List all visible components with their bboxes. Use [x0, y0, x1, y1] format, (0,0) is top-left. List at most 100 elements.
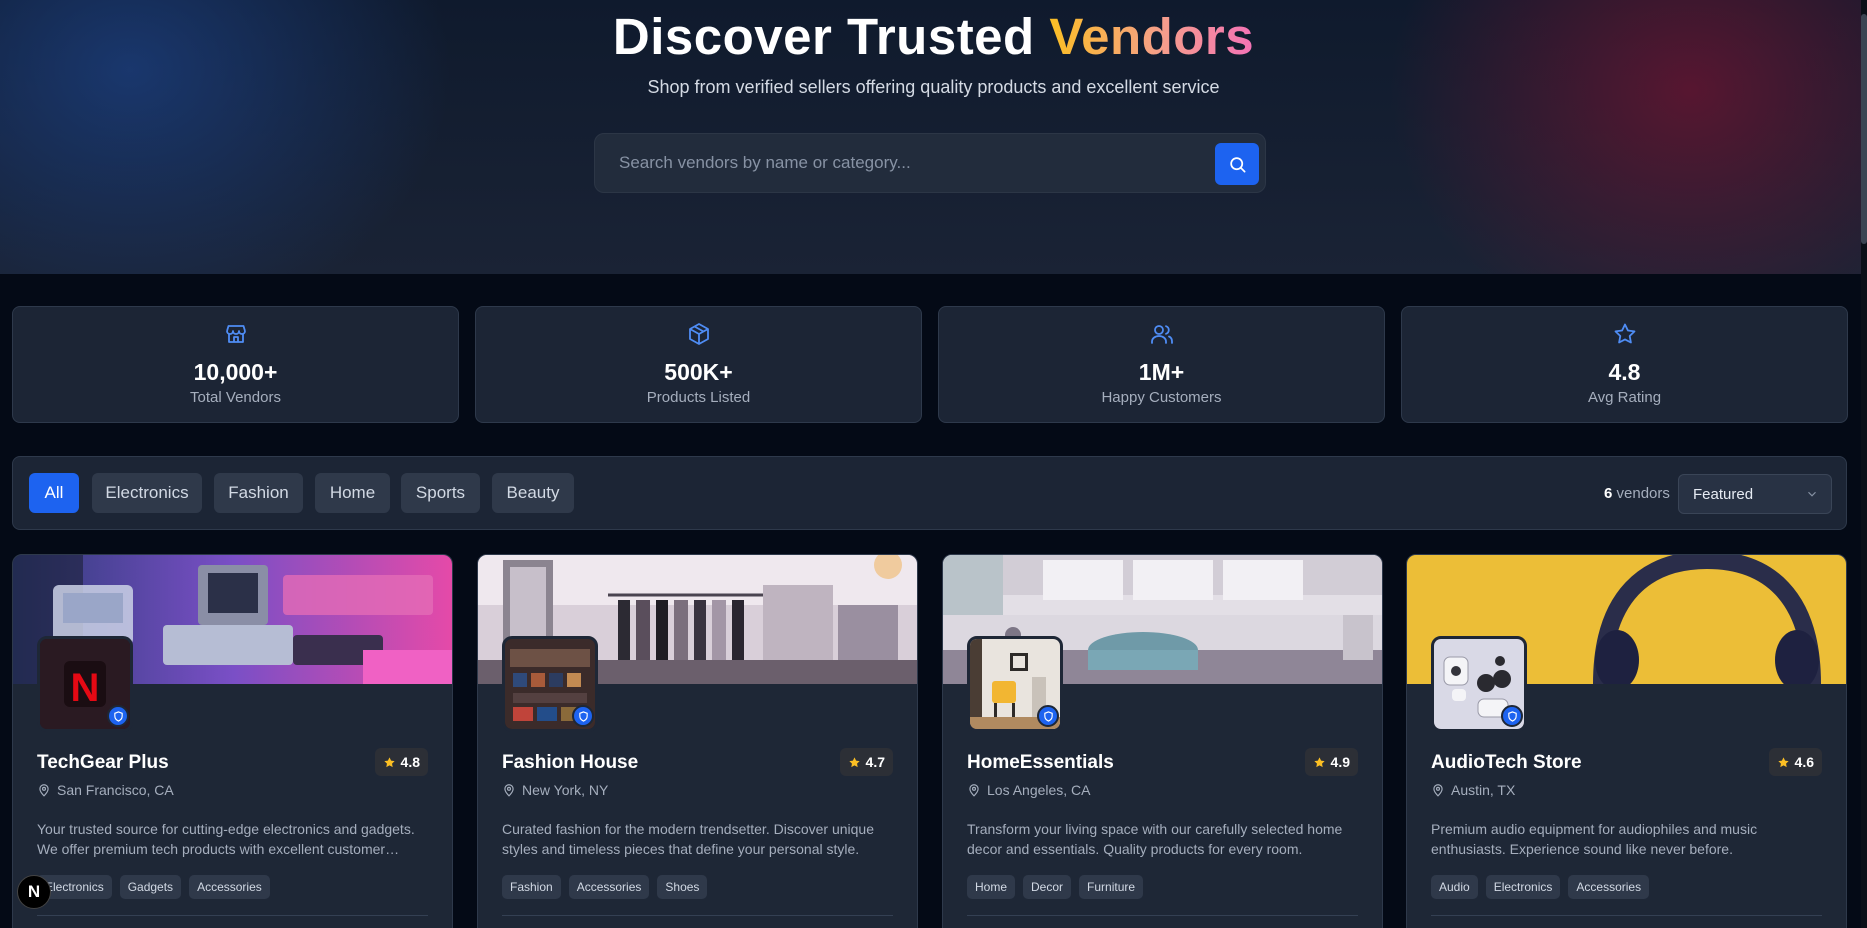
vendor-card[interactable]: HomeEssentials 4.9 Los Angeles, CA Trans… [942, 554, 1383, 928]
stat-label: Avg Rating [1587, 389, 1662, 406]
search-icon [1229, 156, 1245, 172]
vendor-name[interactable]: Fashion House [502, 752, 638, 774]
verified-badge [1501, 705, 1523, 727]
vendor-rating: 4.8 [374, 748, 428, 776]
rating-value: 4.8 [400, 754, 420, 770]
dev-tools-badge[interactable]: N [17, 875, 51, 909]
package-icon [476, 322, 921, 346]
location-text: San Francisco, CA [57, 782, 174, 798]
star-filled-icon [383, 756, 395, 767]
tag[interactable]: Shoes [657, 875, 708, 899]
vendor-tags: Audio Electronics Accessories [1431, 875, 1650, 899]
rating-value: 4.6 [1794, 754, 1814, 770]
stat-label: Total Vendors [190, 389, 281, 406]
rating-value: 4.7 [865, 754, 885, 770]
scrollbar[interactable] [1861, 0, 1867, 928]
stat-label: Products Listed [646, 389, 751, 406]
card-divider [502, 915, 893, 916]
category-chip-home[interactable]: Home [315, 473, 390, 513]
title-accent: Vendors [1049, 8, 1255, 65]
vendor-tags: Electronics Gadgets Accessories [37, 875, 270, 899]
filter-bar: All Electronics Fashion Home Sports Beau… [12, 456, 1847, 530]
vendor-card[interactable]: Fashion House 4.7 New York, NY Curated f… [477, 554, 918, 928]
location-text: New York, NY [522, 782, 609, 798]
card-divider [1431, 915, 1822, 916]
stat-card-customers: 1M+ Happy Customers [938, 306, 1385, 423]
sort-value: Featured [1693, 485, 1754, 503]
tag[interactable]: Accessories [568, 875, 650, 899]
tag[interactable]: Accessories [1568, 875, 1650, 899]
users-icon [939, 322, 1384, 346]
location-text: Austin, TX [1451, 782, 1516, 798]
stat-card-rating: 4.8 Avg Rating [1401, 306, 1848, 423]
vendor-rating: 4.9 [1304, 748, 1358, 776]
stat-card-products: 500K+ Products Listed [475, 306, 922, 423]
map-pin-icon [39, 784, 49, 797]
tag[interactable]: Electronics [1485, 875, 1561, 899]
vendor-description: Transform your living space with our car… [967, 821, 1343, 857]
card-divider [967, 915, 1358, 916]
stat-card-vendors: 10,000+ Total Vendors [12, 306, 459, 423]
tag[interactable]: Home [967, 875, 1016, 899]
hero-subtitle: Shop from verified sellers offering qual… [647, 77, 1220, 97]
verified-badge [1037, 705, 1059, 727]
vendor-name[interactable]: AudioTech Store [1431, 752, 1582, 774]
star-icon [1402, 322, 1847, 346]
tag[interactable]: Audio [1431, 875, 1478, 899]
vendor-count-suffix: vendors [1616, 485, 1670, 502]
search-box [594, 133, 1266, 193]
vendor-card[interactable]: AudioTech Store 4.6 Austin, TX Premium a… [1406, 554, 1847, 928]
search-button[interactable] [1215, 143, 1259, 185]
vendor-description: Curated fashion for the modern trendsett… [502, 821, 874, 857]
vendor-name[interactable]: HomeEssentials [967, 752, 1114, 774]
stat-value: 500K+ [664, 359, 733, 385]
tag[interactable]: Gadgets [119, 875, 182, 899]
stat-value: 10,000+ [193, 359, 278, 385]
search-input[interactable] [619, 134, 1179, 192]
vendor-count-number: 6 [1604, 485, 1613, 502]
map-pin-icon [969, 784, 979, 797]
store-icon [13, 322, 458, 346]
page-title: Discover Trusted Vendors [0, 6, 1867, 68]
location-text: Los Angeles, CA [987, 782, 1091, 798]
category-chip-electronics[interactable]: Electronics [92, 473, 202, 513]
tag[interactable]: Decor [1023, 875, 1072, 899]
verified-badge [572, 705, 594, 727]
category-chip-sports[interactable]: Sports [401, 473, 480, 513]
hero-section: Discover Trusted Vendors Shop from verif… [0, 0, 1867, 274]
stat-label: Happy Customers [1101, 389, 1222, 406]
vendor-card[interactable]: N TechGear Plus 4.8 San Francisco, CA Yo… [12, 554, 453, 928]
sort-select[interactable]: Featured [1678, 474, 1832, 514]
stat-value: 1M+ [1138, 359, 1185, 385]
category-chip-all[interactable]: All [29, 473, 79, 513]
vendor-location: New York, NY [502, 782, 608, 798]
map-pin-icon [1433, 784, 1443, 797]
vendor-location: Austin, TX [1431, 782, 1515, 798]
category-chip-beauty[interactable]: Beauty [492, 473, 574, 513]
category-chip-fashion[interactable]: Fashion [214, 473, 303, 513]
vendor-location: Los Angeles, CA [967, 782, 1091, 798]
star-filled-icon [1777, 756, 1789, 767]
map-pin-icon [504, 784, 514, 797]
vendor-tags: Home Decor Furniture [967, 875, 1144, 899]
card-divider [37, 915, 428, 916]
stat-value: 4.8 [1608, 359, 1641, 385]
chevron-down-icon [1808, 491, 1816, 497]
vendor-name[interactable]: TechGear Plus [37, 752, 169, 774]
vendor-count: 6 vendors [1604, 485, 1670, 502]
vendor-description: Premium audio equipment for audiophiles … [1431, 821, 1758, 857]
shield-icon [1507, 710, 1517, 722]
tag[interactable]: Fashion [502, 875, 561, 899]
vendor-location: San Francisco, CA [37, 782, 174, 798]
title-main: Discover Trusted [612, 8, 1050, 65]
tag[interactable]: Accessories [189, 875, 270, 899]
star-filled-icon [848, 756, 860, 767]
vendor-rating: 4.6 [1768, 748, 1822, 776]
tag[interactable]: Furniture [1079, 875, 1144, 899]
vendor-description: Your trusted source for cutting-edge ele… [37, 821, 415, 857]
scrollbar-thumb[interactable] [1861, 14, 1867, 244]
vendor-rating: 4.7 [839, 748, 893, 776]
rating-value: 4.9 [1330, 754, 1350, 770]
shield-icon [113, 710, 123, 722]
verified-badge [107, 705, 129, 727]
